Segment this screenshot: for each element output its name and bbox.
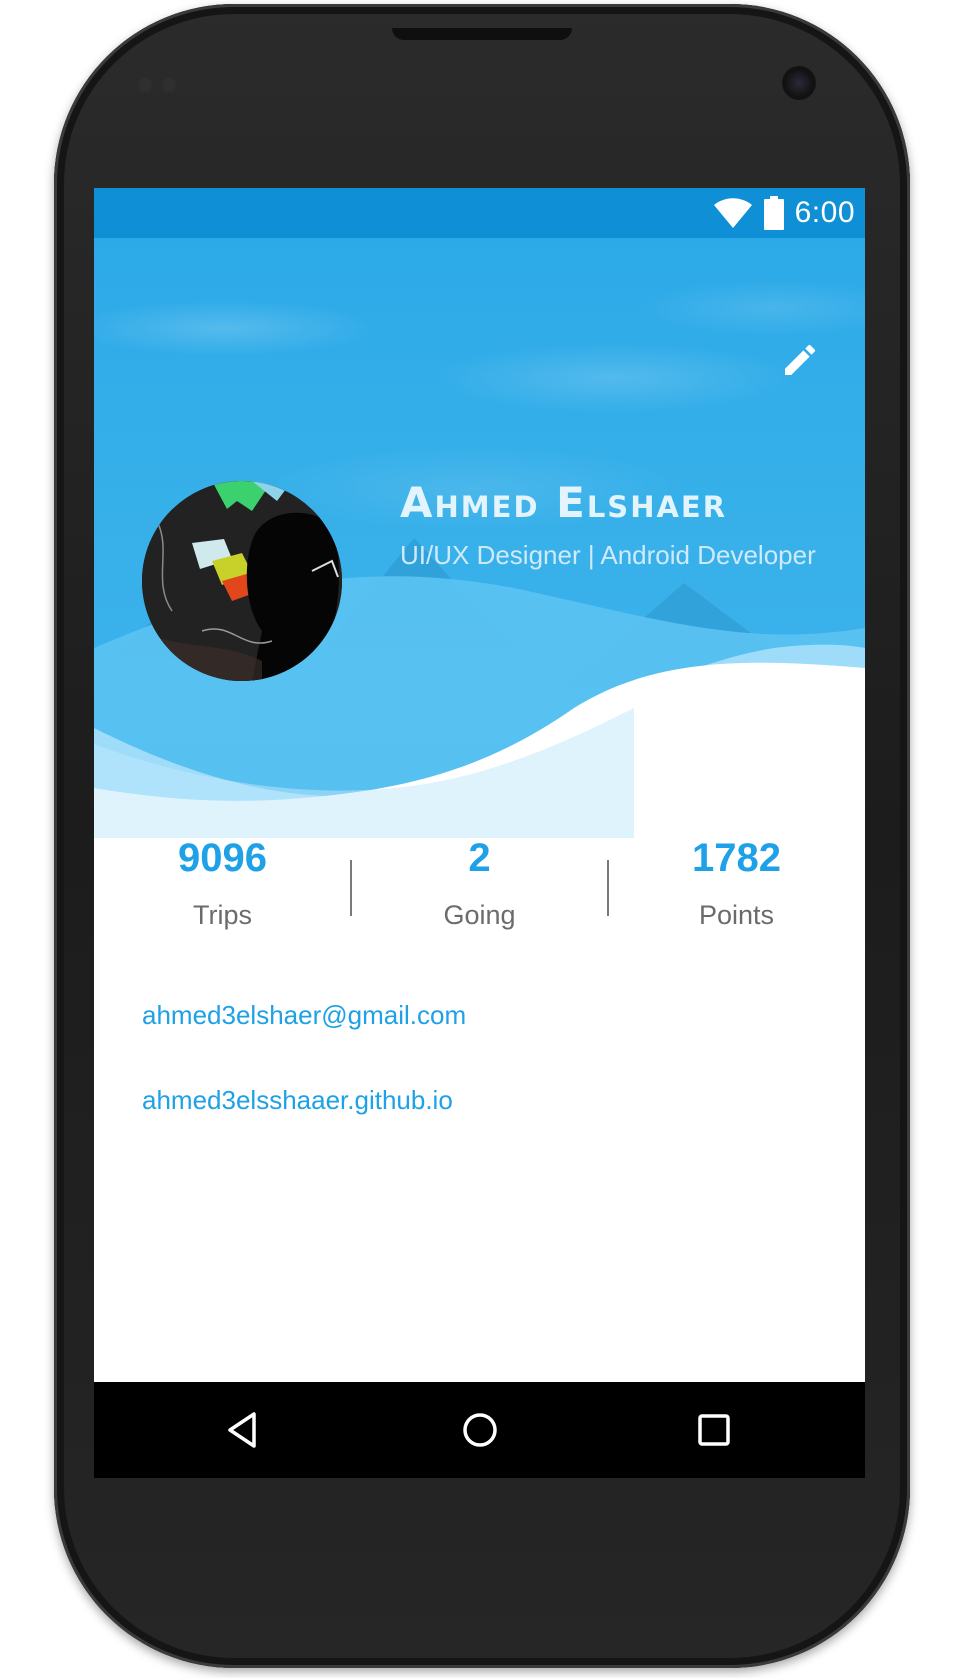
email-link[interactable]: ahmed3elshaer@gmail.com	[142, 1000, 466, 1031]
stat-trips[interactable]: 9096 Trips	[94, 828, 351, 931]
stat-label: Trips	[193, 900, 252, 930]
stat-points[interactable]: 1782 Points	[608, 828, 865, 931]
recents-button[interactable]	[686, 1402, 742, 1458]
avatar-photo	[142, 481, 342, 681]
home-button[interactable]	[452, 1402, 508, 1458]
stat-label: Points	[698, 900, 775, 930]
stat-going[interactable]: 2 Going	[351, 828, 608, 931]
profile-header: 6:00 Ahmed Elshaer UI/UX Designer | Andr…	[94, 188, 865, 838]
stat-value: 2	[468, 836, 491, 880]
stat-value: 1782	[692, 836, 781, 880]
back-triangle-icon	[228, 1412, 256, 1448]
avatar[interactable]	[142, 481, 342, 681]
home-circle-icon	[463, 1413, 497, 1447]
recents-square-icon	[698, 1414, 730, 1446]
earpiece-slot	[392, 28, 572, 40]
profile-name: Ahmed Elshaer	[400, 478, 728, 527]
stat-value: 9096	[178, 836, 267, 880]
website-link[interactable]: ahmed3elsshaaer.github.io	[142, 1085, 453, 1116]
back-button[interactable]	[216, 1402, 272, 1458]
sensor-dots	[138, 78, 198, 92]
navigation-bar	[94, 1382, 865, 1478]
app-screen: 6:00 Ahmed Elshaer UI/UX Designer | Andr…	[94, 188, 865, 1472]
stats-row: 9096 Trips 2 Going 1782 Points	[94, 828, 865, 948]
front-camera	[782, 66, 816, 100]
stat-label: Going	[443, 900, 516, 930]
profile-role: UI/UX Designer | Android Developer	[400, 540, 816, 570]
